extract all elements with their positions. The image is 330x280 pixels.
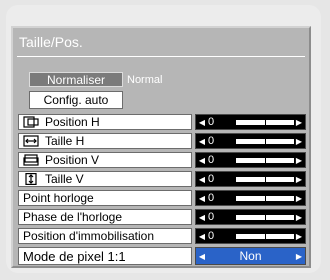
auto-config-button[interactable]: Config. auto [29,91,123,109]
setting-label: Point horloge [18,190,192,206]
setting-label-text: Position d'immobilisation [23,229,155,243]
setting-value: 0 [208,135,215,147]
setting-label: Position V [18,152,192,168]
decrease-arrow-icon[interactable]: ◀ [198,191,206,205]
taille-v-slider[interactable]: ◀ 0 ▶ [195,171,306,187]
setting-row-position-immobilisation[interactable]: Position d'immobilisation ◀ 0 ▶ [18,228,306,244]
position-immobilisation-slider[interactable]: ◀ 0 ▶ [195,228,306,244]
increase-arrow-icon[interactable]: ▶ [295,248,303,264]
pixel-mode-value: Non [239,249,262,263]
phase-horloge-slider[interactable]: ◀ 0 ▶ [195,209,306,225]
setting-value: 0 [208,230,215,242]
slider-center-tick [265,176,266,183]
setting-row-position-v[interactable]: Position V ◀ 0 ▶ [18,152,306,168]
normalize-button[interactable]: Normaliser [29,72,123,87]
horizontal-position-icon [23,116,39,128]
normalize-status: Normal [127,73,163,86]
setting-value: 0 [208,173,215,185]
taille-h-slider[interactable]: ◀ 0 ▶ [195,133,306,149]
horizontal-size-icon [23,135,39,147]
setting-row-taille-h[interactable]: Taille H ◀ 0 ▶ [18,133,306,149]
slider-track [236,157,294,164]
decrease-arrow-icon[interactable]: ◀ [198,153,206,167]
slider-center-tick [265,138,266,145]
setting-value: 0 [208,192,215,204]
menu-title: Taille/Pos. [19,34,83,50]
point-horloge-slider[interactable]: ◀ 0 ▶ [195,190,306,206]
vertical-position-icon [23,154,39,166]
decrease-arrow-icon[interactable]: ◀ [198,115,206,129]
setting-label: Mode de pixel 1:1 [18,247,192,265]
setting-row-position-h[interactable]: Position H ◀ 0 ▶ [18,114,306,130]
setting-row-phase-horloge[interactable]: Phase de l'horloge ◀ 0 ▶ [18,209,306,225]
slider-track [236,214,294,221]
increase-arrow-icon[interactable]: ▶ [295,153,303,167]
title-divider [17,56,305,57]
setting-label-text: Position V [45,153,100,167]
setting-row-pixel-mode[interactable]: Mode de pixel 1:1 ◀ Non ▶ [18,247,306,265]
slider-track [236,195,294,202]
setting-label: Taille H [18,133,192,149]
slider-center-tick [265,214,266,221]
pixel-mode-selector[interactable]: ◀ Non ▶ [195,247,306,265]
position-h-slider[interactable]: ◀ 0 ▶ [195,114,306,130]
increase-arrow-icon[interactable]: ▶ [295,191,303,205]
decrease-arrow-icon[interactable]: ◀ [198,134,206,148]
increase-arrow-icon[interactable]: ▶ [295,229,303,243]
decrease-arrow-icon[interactable]: ◀ [198,229,206,243]
slider-center-tick [265,233,266,240]
slider-track [236,176,294,183]
setting-label-text: Taille H [45,134,85,148]
vertical-size-icon [23,173,39,186]
setting-label: Position d'immobilisation [18,228,192,244]
setting-label-text: Position H [45,115,100,129]
setting-label: Phase de l'horloge [18,209,192,225]
slider-center-tick [265,157,266,164]
decrease-arrow-icon[interactable]: ◀ [198,172,206,186]
setting-row-taille-v[interactable]: Taille V ◀ 0 ▶ [18,171,306,187]
slider-center-tick [265,119,266,126]
decrease-arrow-icon[interactable]: ◀ [198,210,206,224]
position-v-slider[interactable]: ◀ 0 ▶ [195,152,306,168]
setting-label-text: Taille V [45,172,84,186]
setting-label-text: Mode de pixel 1:1 [23,248,126,264]
slider-track [236,119,294,126]
setting-label: Position H [18,114,192,130]
setting-label: Taille V [18,171,192,187]
increase-arrow-icon[interactable]: ▶ [295,134,303,148]
increase-arrow-icon[interactable]: ▶ [295,172,303,186]
increase-arrow-icon[interactable]: ▶ [295,210,303,224]
slider-center-tick [265,195,266,202]
setting-label-text: Phase de l'horloge [23,210,123,224]
setting-row-point-horloge[interactable]: Point horloge ◀ 0 ▶ [18,190,306,206]
setting-value: 0 [208,116,215,128]
setting-value: 0 [208,211,215,223]
increase-arrow-icon[interactable]: ▶ [295,115,303,129]
setting-value: 0 [208,154,215,166]
slider-track [236,233,294,240]
setting-label-text: Point horloge [23,191,94,205]
slider-track [236,138,294,145]
osd-menu: Taille/Pos. Normaliser Normal Config. au… [11,26,311,268]
